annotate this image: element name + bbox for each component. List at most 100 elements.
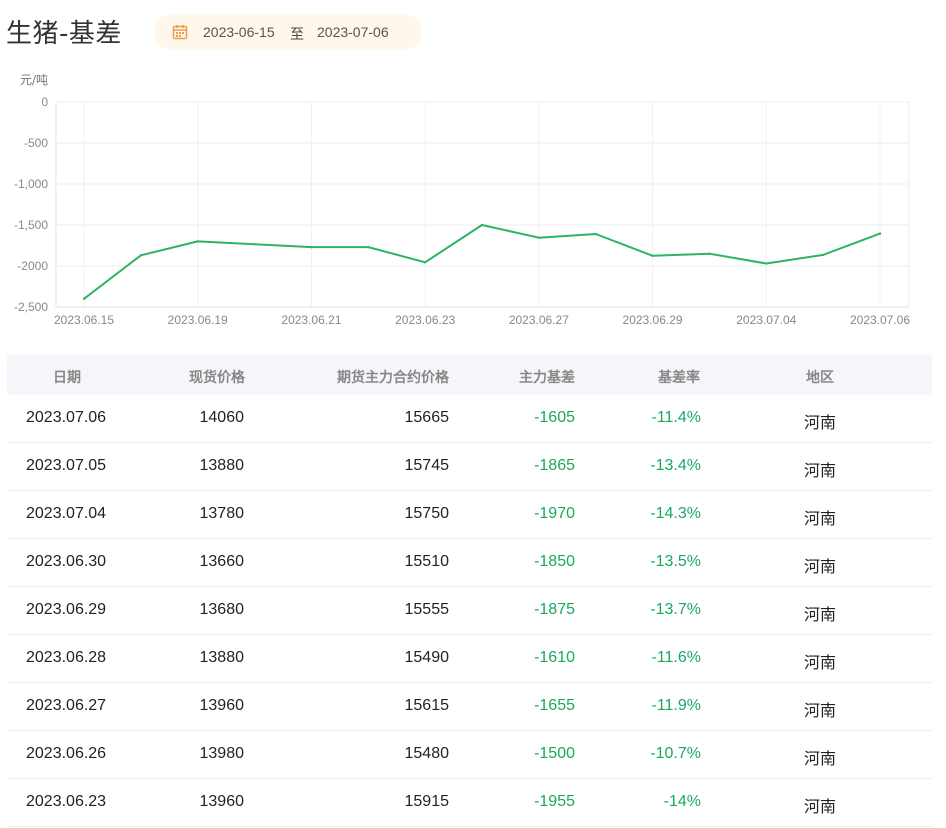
cell-spot-price: 13960 xyxy=(199,697,245,714)
cell-basis-rate: -14% xyxy=(663,793,701,810)
cell-futures-price: 15490 xyxy=(404,649,450,666)
cell-futures-price: 15510 xyxy=(404,553,450,570)
table-row: 2023.07.04 13780 15750 -1970 -14.3% 河南 xyxy=(7,491,932,539)
cell-basis-rate: -13.5% xyxy=(650,553,701,570)
data-point xyxy=(878,232,882,235)
table-row: 2023.06.26 13980 15480 -1500 -10.7% 河南 xyxy=(7,731,932,779)
data-point xyxy=(253,243,256,246)
table-row: 2023.06.23 13960 15915 -1955 -14% 河南 xyxy=(7,779,932,827)
table-row: 2023.06.27 13960 15615 -1655 -11.9% 河南 xyxy=(7,683,932,731)
data-point xyxy=(594,232,597,236)
table-row: 2023.06.28 13880 15490 -1610 -11.6% 河南 xyxy=(7,635,932,683)
basis-line-chart: 元/吨 0 -500 -1,000 -1,500 -2000 -2,500 2023.06.1… xyxy=(14,73,910,327)
cell-date: 2023.06.23 xyxy=(26,793,107,810)
header-date: 日期 xyxy=(53,370,81,386)
cell-region: 河南 xyxy=(803,799,836,816)
y-tick-label: -2000 xyxy=(17,259,48,273)
cell-region: 河南 xyxy=(803,511,836,528)
cell-futures-price: 15480 xyxy=(404,745,450,762)
data-point xyxy=(765,262,768,265)
cell-spot-price: 13880 xyxy=(199,649,245,666)
cell-basis: -1610 xyxy=(534,649,575,666)
cell-date: 2023.07.04 xyxy=(26,505,107,522)
cell-region: 河南 xyxy=(803,463,836,480)
cell-region: 河南 xyxy=(803,751,836,768)
date-end[interactable]: 2023-07-06 xyxy=(317,24,389,40)
header-region: 地区 xyxy=(806,370,834,386)
data-point xyxy=(310,245,313,249)
cell-basis: -1655 xyxy=(534,697,575,714)
x-tick-label: 2023.06.19 xyxy=(168,313,228,327)
cell-region: 河南 xyxy=(803,607,836,624)
cell-basis-rate: -11.6% xyxy=(651,649,701,666)
cell-spot-price: 13980 xyxy=(199,745,245,762)
cell-basis: -1605 xyxy=(534,409,575,426)
data-point xyxy=(708,252,711,255)
cell-basis: -1970 xyxy=(534,505,575,522)
data-point xyxy=(651,254,654,257)
date-range-picker[interactable]: 2023-06-15 至 2023-07-06 xyxy=(154,14,422,50)
cell-futures-price: 15745 xyxy=(404,457,450,474)
data-point xyxy=(537,236,541,239)
cell-date: 2023.07.06 xyxy=(26,409,107,426)
x-tick-label: 2023.06.23 xyxy=(395,313,455,327)
cell-basis: -1955 xyxy=(534,793,575,810)
cell-basis-rate: -13.4% xyxy=(650,457,701,474)
table-row: 2023.06.29 13680 15555 -1875 -13.7% 河南 xyxy=(7,587,932,635)
cell-futures-price: 15555 xyxy=(404,601,450,618)
cell-spot-price: 14060 xyxy=(199,409,245,426)
x-tick-label: 2023.06.29 xyxy=(623,313,683,327)
data-point xyxy=(82,297,86,300)
table-row: 2023.06.30 13660 15510 -1850 -13.5% 河南 xyxy=(7,539,932,587)
header-basis: 主力基差 xyxy=(519,370,575,386)
date-start[interactable]: 2023-06-15 xyxy=(203,24,275,40)
cell-date: 2023.06.29 xyxy=(26,601,107,618)
cell-date: 2023.06.28 xyxy=(26,649,107,666)
calendar-icon xyxy=(172,25,188,40)
data-point xyxy=(367,245,370,249)
cell-date: 2023.06.26 xyxy=(26,745,107,762)
data-point xyxy=(480,223,484,227)
table-header: 日期 现货价格 期货主力合约价格 主力基差 基差率 地区 xyxy=(7,355,932,395)
cell-region: 河南 xyxy=(803,655,836,672)
series-line xyxy=(83,224,881,300)
table-body: 2023.07.06 14060 15665 -1605 -11.4% 河南 2023.07… xyxy=(7,395,932,827)
basis-table: 日期 现货价格 期货主力合约价格 主力基差 基差率 地区 2023.07.06 1… xyxy=(7,355,932,827)
data-point xyxy=(423,261,427,264)
page-title: 生猪-基差 xyxy=(6,19,122,49)
header-futures-price: 期货主力合约价格 xyxy=(337,370,449,386)
y-tick-label: 0 xyxy=(41,95,48,109)
cell-region: 河南 xyxy=(803,703,836,720)
cell-spot-price: 13660 xyxy=(199,553,245,570)
cell-basis-rate: -14.3% xyxy=(650,505,701,522)
cell-date: 2023.06.30 xyxy=(26,553,107,570)
cell-futures-price: 15615 xyxy=(404,697,450,714)
cell-spot-price: 13780 xyxy=(199,505,245,522)
header-basis-rate: 基差率 xyxy=(658,370,700,386)
cell-basis-rate: -11.9% xyxy=(651,697,701,714)
cell-spot-price: 13880 xyxy=(199,457,245,474)
cell-futures-price: 15750 xyxy=(404,505,450,522)
x-tick-label: 2023.06.27 xyxy=(509,313,569,327)
data-point xyxy=(196,240,199,243)
data-point xyxy=(821,253,825,257)
y-tick-label: -2,500 xyxy=(14,300,48,314)
cell-region: 河南 xyxy=(803,559,836,576)
x-tick-label: 2023.06.21 xyxy=(281,313,341,327)
cell-futures-price: 15665 xyxy=(404,409,450,426)
cell-basis-rate: -11.4% xyxy=(651,409,701,426)
table-row: 2023.07.06 14060 15665 -1605 -11.4% 河南 xyxy=(7,395,932,443)
cell-spot-price: 13680 xyxy=(199,601,245,618)
x-tick-label: 2023.06.15 xyxy=(54,313,114,327)
cell-basis-rate: -10.7% xyxy=(650,745,701,762)
x-tick-label: 2023.07.06 xyxy=(850,313,910,327)
cell-basis: -1850 xyxy=(534,553,575,570)
cell-basis: -1875 xyxy=(534,601,575,618)
cell-date: 2023.06.27 xyxy=(26,697,107,714)
data-point xyxy=(139,254,143,257)
cell-futures-price: 15915 xyxy=(404,793,450,810)
header-spot-price: 现货价格 xyxy=(189,370,245,386)
y-tick-label: -1,500 xyxy=(14,218,48,232)
cell-region: 河南 xyxy=(803,415,836,432)
cell-basis: -1865 xyxy=(534,457,575,474)
